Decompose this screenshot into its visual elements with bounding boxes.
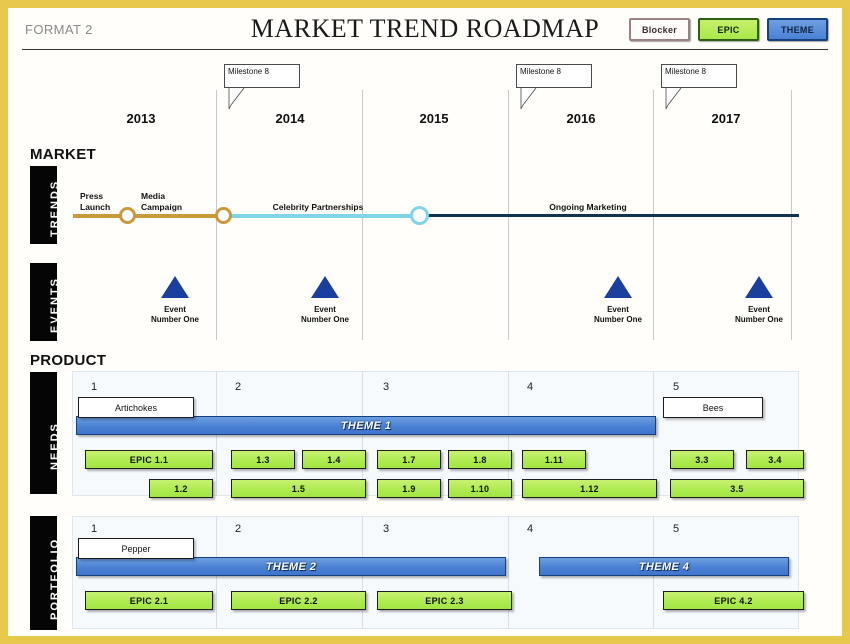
event-label-line1: Event	[607, 305, 629, 314]
legend-chip-blocker[interactable]: Blocker	[629, 18, 690, 41]
needs-cell-number-1: 1	[91, 381, 98, 393]
trend-marker-media-campaign[interactable]	[215, 207, 232, 224]
milestone-label: Milestone 8	[665, 67, 706, 76]
needs-epic-1-1[interactable]: EPIC 1.1	[85, 450, 213, 469]
event-label-line1: Event	[164, 305, 186, 314]
trend-label-line2: Launch	[80, 202, 111, 212]
portfolio-callout-pepper[interactable]: Pepper	[78, 538, 194, 559]
event-marker-3-icon[interactable]	[604, 276, 632, 298]
portfolio-cell-number-4: 4	[527, 523, 534, 535]
needs-theme-bar-1[interactable]: THEME 1	[76, 416, 656, 435]
needs-epic-3-3[interactable]: 3.3	[670, 450, 734, 469]
lane-label-trends: TRENDS	[49, 179, 61, 237]
lane-label-events: EVENTS	[49, 276, 61, 333]
legend-chip-theme[interactable]: THEME	[767, 18, 828, 41]
portfolio-epic-4-2[interactable]: EPIC 4.2	[663, 591, 804, 610]
event-label-line2: Number One	[734, 315, 783, 324]
lane-label-portfolio: PORTFOLIO	[49, 537, 61, 620]
portfolio-cell-number-1: 1	[91, 523, 98, 535]
needs-epic-3-4[interactable]: 3.4	[746, 450, 804, 469]
section-title-product: PRODUCT	[30, 352, 107, 369]
trend-label-line1: Press	[80, 191, 104, 201]
roadmap-canvas: FORMAT 2 MARKET TREND ROADMAP Blocker EP…	[8, 8, 842, 636]
callout-tail-icon	[228, 88, 245, 110]
trend-marker-celebrity[interactable]	[410, 206, 429, 225]
needs-cell-number-5: 5	[673, 381, 680, 393]
event-label-line1: Event	[314, 305, 336, 314]
trend-label-line1: Media	[141, 191, 166, 201]
event-label-3: Event Number One	[573, 305, 663, 325]
portfolio-cell-number-5: 5	[673, 523, 680, 535]
event-marker-2-icon[interactable]	[311, 276, 339, 298]
trend-segment-gold-2	[128, 214, 224, 218]
portfolio-divider-3	[508, 516, 509, 629]
needs-callout-bees[interactable]: Bees	[663, 397, 763, 418]
lane-label-needs: NEEDS	[49, 422, 61, 470]
portfolio-theme-bar-4[interactable]: THEME 4	[539, 557, 789, 576]
portfolio-cell-number-2: 2	[235, 523, 242, 535]
portfolio-theme-bar-2[interactable]: THEME 2	[76, 557, 506, 576]
year-label-2013: 2013	[126, 111, 156, 126]
legend-chip-epic[interactable]: EPIC	[698, 18, 759, 41]
header-divider	[22, 49, 828, 50]
event-label-2: Event Number One	[280, 305, 370, 325]
event-label-1: Event Number One	[130, 305, 220, 325]
needs-epic-1-4[interactable]: 1.4	[302, 450, 366, 469]
needs-cell-number-3: 3	[383, 381, 390, 393]
event-label-line2: Number One	[593, 315, 642, 324]
event-marker-1-icon[interactable]	[161, 276, 189, 298]
trend-label-line2: Campaign	[141, 202, 183, 212]
trend-label-media-campaign: Media Campaign	[141, 191, 182, 213]
milestone-callout-2016[interactable]: Milestone 8	[516, 64, 592, 110]
event-label-4: Event Number One	[714, 305, 804, 325]
needs-cell-number-4: 4	[527, 381, 534, 393]
needs-cell-number-2: 2	[235, 381, 242, 393]
portfolio-cell-number-3: 3	[383, 523, 390, 535]
needs-epic-1-12[interactable]: 1.12	[522, 479, 657, 498]
milestone-label: Milestone 8	[228, 67, 269, 76]
legend: Blocker EPIC THEME	[629, 18, 828, 41]
portfolio-epic-2-2[interactable]: EPIC 2.2	[231, 591, 366, 610]
trend-label-celebrity-partnerships: Celebrity Partnerships	[272, 202, 364, 212]
trend-marker-press-launch[interactable]	[119, 207, 136, 224]
portfolio-epic-2-3[interactable]: EPIC 2.3	[377, 591, 512, 610]
trend-segment-cyan	[224, 214, 419, 218]
lane-tab-events: EVENTS	[30, 263, 61, 341]
lane-tab-portfolio: PORTFOLIO	[30, 516, 61, 630]
milestone-label: Milestone 8	[520, 67, 561, 76]
lane-tab-needs: NEEDS	[30, 372, 61, 494]
lane-tab-trends: TRENDS	[30, 166, 61, 244]
portfolio-epic-2-1[interactable]: EPIC 2.1	[85, 591, 213, 610]
trend-segment-navy	[419, 214, 799, 217]
needs-epic-1-9[interactable]: 1.9	[377, 479, 441, 498]
year-label-2015: 2015	[419, 111, 449, 126]
needs-epic-1-8[interactable]: 1.8	[448, 450, 512, 469]
trend-label-press-launch: Press Launch	[80, 191, 110, 213]
needs-epic-1-3[interactable]: 1.3	[231, 450, 295, 469]
trend-label-ongoing-marketing: Ongoing Marketing	[549, 202, 627, 212]
event-label-line1: Event	[748, 305, 770, 314]
year-label-2017: 2017	[711, 111, 741, 126]
callout-tail-icon	[665, 88, 682, 110]
needs-epic-3-5[interactable]: 3.5	[670, 479, 804, 498]
section-title-market: MARKET	[30, 146, 96, 163]
needs-epic-1-10[interactable]: 1.10	[448, 479, 512, 498]
needs-epic-1-2[interactable]: 1.2	[149, 479, 213, 498]
needs-callout-artichokes[interactable]: Artichokes	[78, 397, 194, 418]
milestone-callout-2017[interactable]: Milestone 8	[661, 64, 737, 110]
needs-epic-1-7[interactable]: 1.7	[377, 450, 441, 469]
year-label-2016: 2016	[566, 111, 596, 126]
event-label-line2: Number One	[150, 315, 199, 324]
needs-epic-1-5[interactable]: 1.5	[231, 479, 366, 498]
year-label-2014: 2014	[275, 111, 305, 126]
event-label-line2: Number One	[300, 315, 349, 324]
callout-tail-icon	[520, 88, 537, 110]
milestone-callout-2014[interactable]: Milestone 8	[224, 64, 300, 110]
needs-epic-1-11[interactable]: 1.11	[522, 450, 586, 469]
event-marker-4-icon[interactable]	[745, 276, 773, 298]
